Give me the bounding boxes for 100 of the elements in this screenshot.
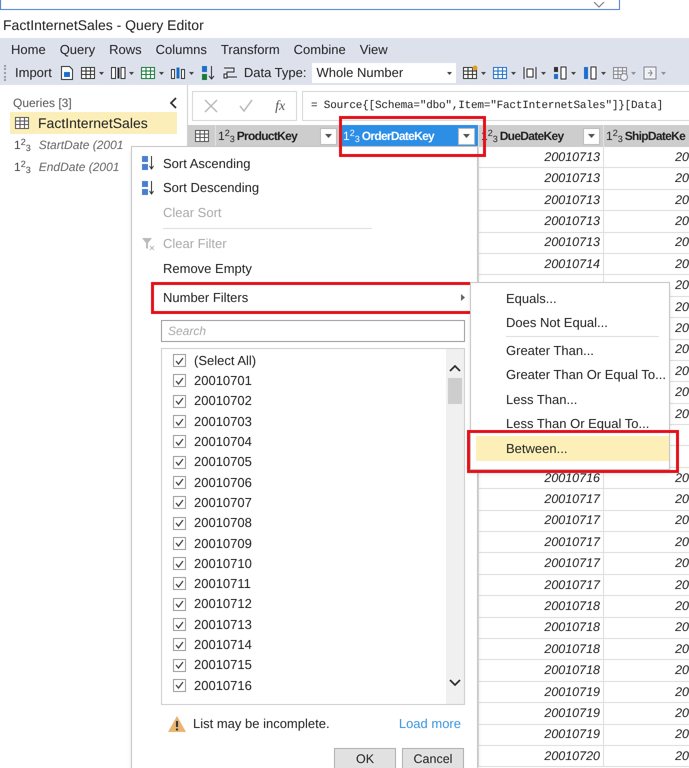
checkbox[interactable] bbox=[173, 577, 186, 590]
submenu-item[interactable]: Does Not Equal... bbox=[476, 310, 669, 335]
filter-dropdown[interactable] bbox=[320, 128, 337, 144]
caret-icon[interactable] bbox=[188, 72, 194, 74]
checkbox[interactable] bbox=[173, 415, 186, 428]
checkbox[interactable] bbox=[173, 598, 186, 611]
table-icon[interactable] bbox=[80, 65, 96, 81]
checkbox[interactable] bbox=[173, 638, 186, 652]
menu-tab[interactable]: Combine bbox=[294, 43, 346, 56]
scroll-down-icon[interactable] bbox=[449, 678, 461, 686]
submenu-item[interactable]: Greater Than Or Equal To... bbox=[476, 362, 669, 387]
scrollbar[interactable] bbox=[446, 348, 464, 704]
value-label[interactable]: 20010715 bbox=[194, 655, 252, 675]
checkbox[interactable] bbox=[173, 496, 186, 510]
menu-item[interactable]: Remove Empty bbox=[163, 256, 477, 280]
checkbox[interactable] bbox=[173, 557, 186, 570]
submenu-item[interactable]: Between... bbox=[476, 436, 669, 460]
menu-tab[interactable]: View bbox=[360, 43, 388, 56]
dialog-button[interactable]: Cancel bbox=[402, 748, 464, 768]
checkbox[interactable] bbox=[173, 658, 186, 672]
menu-tab[interactable]: Transform bbox=[220, 43, 280, 56]
fx-label[interactable]: fx bbox=[275, 96, 286, 116]
table-icon[interactable] bbox=[194, 128, 210, 144]
caret-icon[interactable] bbox=[571, 72, 576, 74]
document-icon[interactable] bbox=[60, 65, 74, 81]
value-label[interactable]: 20010706 bbox=[194, 472, 252, 492]
caret-icon[interactable] bbox=[128, 72, 134, 74]
checkbox[interactable] bbox=[173, 374, 186, 388]
query-item[interactable]: FactInternetSales bbox=[10, 112, 177, 134]
menu-tab[interactable]: Home bbox=[11, 43, 46, 56]
table-cell-text: 20 bbox=[675, 384, 689, 402]
value-label[interactable]: 20010702 bbox=[194, 391, 252, 411]
checkbox[interactable] bbox=[173, 456, 186, 469]
checkbox[interactable] bbox=[173, 476, 186, 489]
table-cell-text: 20 bbox=[675, 534, 689, 551]
dialog-button[interactable]: OK bbox=[334, 748, 396, 768]
caret-icon[interactable] bbox=[541, 72, 546, 74]
submenu-item[interactable]: Less Than... bbox=[476, 387, 669, 412]
submenu-item[interactable]: Equals... bbox=[476, 286, 669, 310]
menu-tab[interactable]: Rows bbox=[109, 43, 142, 56]
caret-icon[interactable] bbox=[511, 72, 516, 74]
checkbox[interactable] bbox=[173, 618, 186, 631]
scroll-up-icon[interactable] bbox=[449, 364, 461, 372]
caret-icon[interactable] bbox=[158, 72, 164, 74]
value-label[interactable]: 20010712 bbox=[194, 594, 252, 614]
caret-icon[interactable] bbox=[601, 72, 606, 74]
value-label[interactable]: 20010709 bbox=[194, 534, 252, 554]
value-label[interactable]: 20010705 bbox=[194, 452, 252, 472]
caret-icon[interactable] bbox=[481, 72, 486, 74]
table-cell-text: 20 bbox=[675, 256, 689, 273]
value-label[interactable]: 20010711 bbox=[194, 574, 251, 594]
checkbox[interactable] bbox=[173, 678, 186, 692]
chevron-icon[interactable] bbox=[593, 2, 605, 8]
table-cell-text: 20 bbox=[675, 555, 689, 572]
submenu-item[interactable]: Less Than Or Equal To... bbox=[476, 412, 669, 436]
value-label[interactable]: 20010708 bbox=[194, 513, 252, 533]
sort-icon[interactable] bbox=[200, 65, 216, 81]
value-label[interactable]: 20010714 bbox=[194, 635, 252, 655]
value-label[interactable]: 20010703 bbox=[194, 412, 252, 432]
import-button[interactable]: Import bbox=[13, 63, 54, 83]
value-label[interactable]: 20010701 bbox=[194, 371, 252, 391]
table-cell-text: 20 bbox=[675, 491, 689, 508]
filter-dropdown[interactable] bbox=[458, 128, 475, 144]
collapse-icon[interactable] bbox=[169, 97, 177, 109]
menu-item[interactable]: Number Filters bbox=[163, 282, 477, 312]
checkbox[interactable] bbox=[173, 394, 186, 408]
value-label[interactable]: 20010716 bbox=[194, 676, 252, 696]
value-label[interactable]: 20010707 bbox=[194, 492, 252, 512]
table-icon[interactable] bbox=[462, 65, 478, 81]
data-type-dropdown[interactable]: Whole Number bbox=[312, 63, 456, 83]
check-icon bbox=[175, 458, 184, 466]
table-cell-text: 20 bbox=[675, 640, 689, 658]
filter-dropdown[interactable] bbox=[583, 128, 600, 144]
table-icon bbox=[14, 115, 30, 131]
value-label[interactable]: 20010713 bbox=[194, 614, 252, 634]
table-icon[interactable] bbox=[140, 65, 156, 81]
caret-icon[interactable] bbox=[98, 72, 104, 74]
submenu-item[interactable]: Greater Than... bbox=[476, 338, 669, 362]
checkbox[interactable] bbox=[173, 536, 186, 550]
formula-field[interactable]: = Source{[Schema="dbo",Item="FactInternetSales"]}[Data] bbox=[302, 91, 689, 121]
checkbox[interactable] bbox=[173, 516, 186, 530]
value-label[interactable]: 20010704 bbox=[194, 432, 252, 452]
caret-icon bbox=[588, 134, 595, 138]
check-icon[interactable] bbox=[239, 99, 254, 113]
value-label[interactable]: 20010710 bbox=[194, 554, 252, 574]
table-cell-text: 20 bbox=[675, 362, 689, 380]
check-icon bbox=[175, 376, 184, 385]
scroll-thumb[interactable] bbox=[448, 378, 462, 404]
sort-ascending-icon bbox=[140, 155, 154, 172]
value-label[interactable]: (Select All) bbox=[194, 350, 256, 370]
search-field[interactable]: Search bbox=[161, 320, 465, 342]
checkbox[interactable] bbox=[173, 354, 186, 368]
check-icon bbox=[175, 438, 184, 446]
table-cell-text: 20010717 bbox=[544, 555, 600, 572]
checkbox[interactable] bbox=[173, 435, 186, 448]
menu-item[interactable]: Sort Descending bbox=[163, 176, 477, 200]
menu-tab[interactable]: Query bbox=[60, 43, 96, 56]
column-header[interactable]: 1$^{2}$$_{3}$ ProductKey bbox=[215, 125, 340, 147]
table-cell-text: 20010713 bbox=[544, 170, 600, 188]
menu-tab[interactable]: Columns bbox=[156, 43, 207, 56]
